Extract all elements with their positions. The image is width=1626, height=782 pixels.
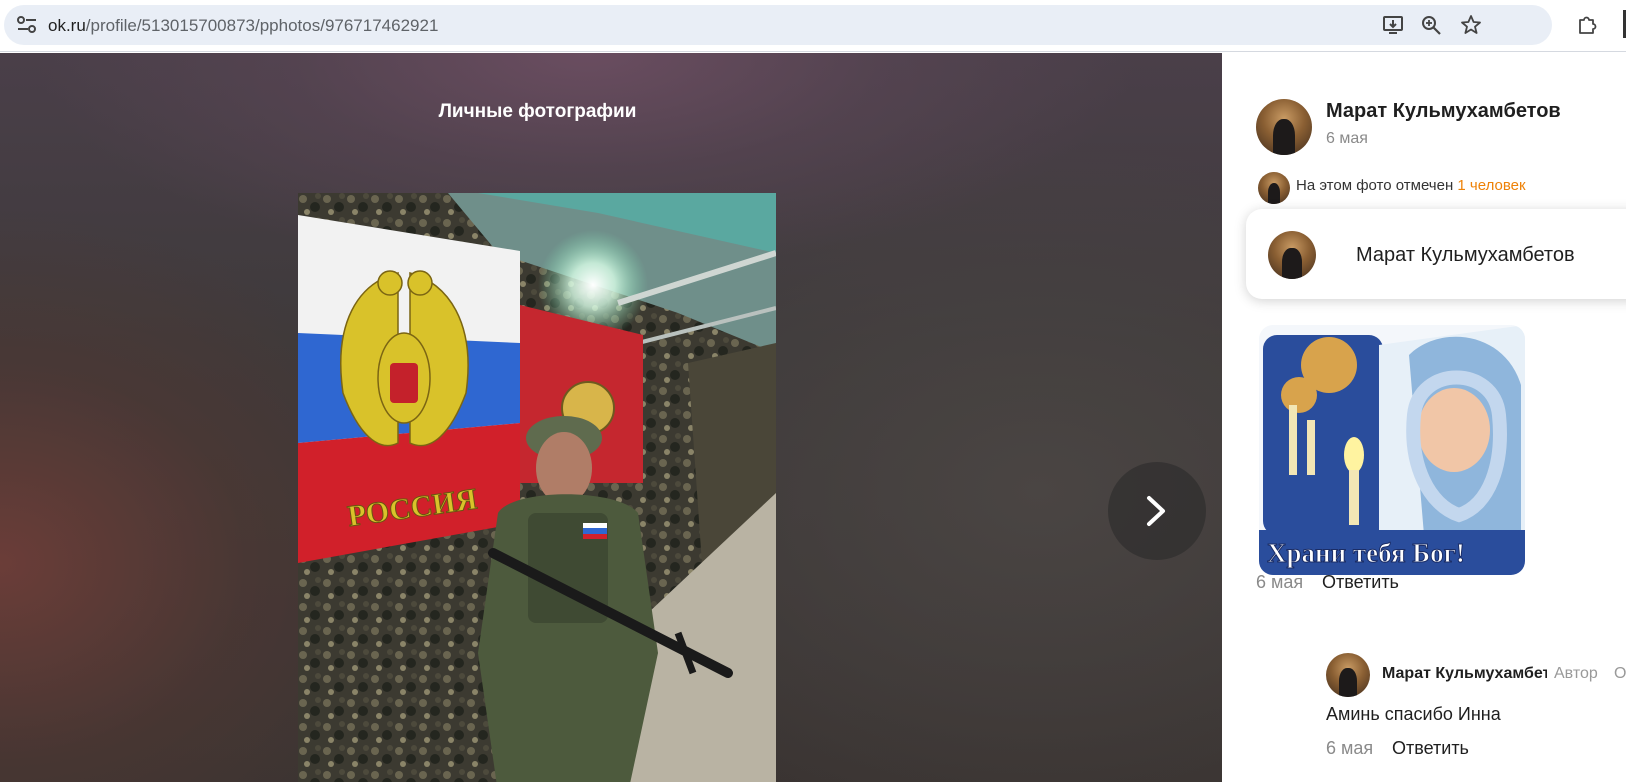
url-host: ok.ru (48, 16, 86, 35)
next-photo-button[interactable] (1108, 462, 1206, 560)
sticker-image: Храни тебя Бог! (1259, 325, 1525, 575)
comment-sticker[interactable]: Храни тебя Бог! (1259, 325, 1525, 575)
reply-author-avatar[interactable] (1326, 653, 1370, 697)
photo-image: РОССИЯ (298, 193, 776, 782)
tagged-count-link[interactable]: 1 человек (1457, 177, 1525, 194)
reply-reply-button[interactable]: Ответить (1392, 738, 1469, 759)
tagged-people-popup: Марат Кульмухамбетов (1246, 209, 1626, 299)
tagged-person-avatar[interactable] (1268, 231, 1316, 279)
tagged-prefix: На этом фото отмечен (1296, 177, 1454, 194)
author-badge: Автор (1554, 665, 1598, 682)
browser-toolbar: ok.ru/profile/513015700873/pphotos/97671… (0, 0, 1626, 52)
reply-author-name[interactable]: Марат Кульмухамбетов (1382, 665, 1547, 683)
comment-reply-button[interactable]: Ответить (1322, 572, 1399, 593)
url-text[interactable]: ok.ru/profile/513015700873/pphotos/97671… (48, 16, 438, 36)
album-title[interactable]: Личные фотографии (0, 101, 1075, 123)
bookmark-star-icon[interactable] (1460, 14, 1482, 36)
install-app-icon[interactable] (1382, 14, 1404, 36)
address-bar[interactable]: ok.ru/profile/513015700873/pphotos/97671… (4, 5, 1552, 45)
photo-viewer: Личные фотографии РОССИЯ (0, 53, 1222, 782)
comment-date: 6 мая (1256, 572, 1304, 592)
tagged-person-name[interactable]: Марат Кульмухамбетов (1356, 244, 1575, 267)
reply-text: Аминь спасибо Инна (1326, 704, 1501, 724)
sticker-caption: Храни тебя Бог! (1267, 538, 1465, 568)
main-photo[interactable]: РОССИЯ (298, 193, 776, 782)
tagged-avatar[interactable] (1258, 172, 1290, 204)
photo-info-panel: Марат Кульмухамбетов 6 мая На этом фото … (1222, 53, 1626, 782)
post-date: 6 мая (1326, 130, 1368, 147)
author-name[interactable]: Марат Кульмухамбетов (1326, 100, 1561, 123)
reply-meta-truncated: О (1614, 665, 1626, 682)
reply-date: 6 мая (1326, 738, 1374, 758)
tagged-people-text: На этом фото отмечен 1 человек (1296, 177, 1526, 194)
site-info-icon[interactable] (16, 15, 38, 35)
url-path: /profile/513015700873/pphotos/9767174629… (85, 16, 439, 35)
author-avatar[interactable] (1256, 99, 1312, 155)
zoom-icon[interactable] (1420, 14, 1442, 36)
chevron-right-icon (1147, 496, 1165, 526)
extensions-icon[interactable] (1576, 14, 1598, 36)
